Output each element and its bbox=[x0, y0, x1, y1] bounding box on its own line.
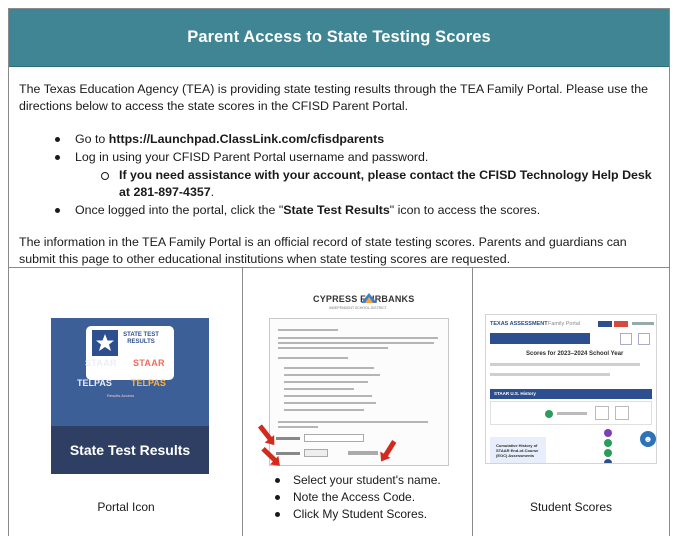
level-circle-icon bbox=[604, 429, 612, 437]
my-student-scores-button[interactable] bbox=[348, 451, 378, 455]
scores-headline: Scores for 2023–2024 School Year bbox=[526, 351, 624, 357]
text-line bbox=[278, 347, 388, 349]
text-line bbox=[284, 381, 368, 383]
score-circle-icon bbox=[545, 410, 553, 418]
text-line bbox=[278, 342, 434, 344]
family-portal-label: Family Portal bbox=[548, 321, 581, 327]
flag-icon bbox=[92, 330, 118, 356]
cfisd-brand: CYPRESS FAIRBANKS bbox=[313, 293, 414, 304]
logo-card: STATE TEST RESULTS bbox=[86, 326, 174, 380]
action-icon[interactable] bbox=[638, 333, 650, 345]
title-banner: Parent Access to State Testing Scores bbox=[9, 9, 669, 67]
staar-logo-1: STAAR bbox=[85, 358, 117, 368]
text-line bbox=[284, 388, 354, 390]
text-line bbox=[278, 329, 338, 331]
logged-prefix: Once logged into the portal, click the " bbox=[75, 203, 284, 217]
letter-step: Note the Access Code. bbox=[275, 489, 441, 506]
text-line bbox=[278, 421, 428, 423]
step-go-to: Go to https://Launchpad.ClassLink.com/cf… bbox=[55, 131, 659, 148]
welcome-bar bbox=[490, 333, 590, 344]
brand-subtitle: INDEPENDENT SCHOOL DISTRICT bbox=[329, 306, 387, 310]
telpas-logo-2: TELPAS bbox=[131, 378, 166, 388]
step-help: If you need assistance with your account… bbox=[55, 167, 659, 201]
intro-paragraph: The Texas Education Agency (TEA) is prov… bbox=[19, 82, 649, 113]
tile-label: STATE TEST RESULTS bbox=[123, 332, 159, 345]
student-name-select[interactable] bbox=[304, 434, 364, 442]
filter-row bbox=[490, 363, 640, 366]
level-circle-icon bbox=[604, 459, 612, 463]
cfisd-logo-icon bbox=[361, 293, 377, 303]
student-scores-caption: Student Scores bbox=[529, 500, 613, 514]
official-record-paragraph: The information in the TEA Family Portal… bbox=[19, 235, 627, 266]
icon-artwork: STATE TEST RESULTS STAAR STAAR TELPAS TE… bbox=[51, 318, 209, 426]
score-text bbox=[557, 412, 587, 415]
access-code-label bbox=[276, 452, 300, 455]
text-line bbox=[284, 402, 376, 404]
nav-button[interactable] bbox=[614, 321, 628, 327]
help-end: . bbox=[210, 185, 215, 199]
launchpad-link[interactable]: https://Launchpad.ClassLink.com/cfisdpar… bbox=[109, 132, 384, 146]
icon-tiny-text: Results Access bbox=[107, 393, 135, 398]
action-icon[interactable] bbox=[620, 333, 632, 345]
steps-list: Go to https://Launchpad.ClassLink.com/cf… bbox=[55, 131, 659, 219]
step-logged-in: Once logged into the portal, click the "… bbox=[55, 202, 659, 219]
scores-cell: TEXAS ASSESSMENT Family Portal Scores fo… bbox=[473, 268, 669, 536]
state-test-results-icon[interactable]: STATE TEST RESULTS STAAR STAAR TELPAS TE… bbox=[51, 318, 209, 474]
letter-steps: Select your student's name. Note the Acc… bbox=[275, 472, 441, 523]
staar-band: STAAR U.S. History bbox=[490, 389, 652, 399]
telpas-logo-1: TELPAS bbox=[77, 378, 112, 388]
text-line bbox=[284, 374, 380, 376]
nav-link[interactable] bbox=[632, 322, 654, 325]
tea-brand: TEXAS ASSESSMENT bbox=[490, 321, 548, 327]
screenshots-grid: STATE TEST RESULTS STAAR STAAR TELPAS TE… bbox=[9, 267, 669, 536]
instructions: The Texas Education Agency (TEA) is prov… bbox=[9, 67, 669, 268]
scores-screenshot: TEXAS ASSESSMENT Family Portal Scores fo… bbox=[485, 314, 657, 464]
band-title: STAAR U.S. History bbox=[494, 391, 536, 396]
filter-row bbox=[490, 373, 610, 376]
text-line bbox=[278, 337, 438, 339]
staar-logo-2: STAAR bbox=[133, 358, 165, 368]
nav-button[interactable] bbox=[598, 321, 612, 327]
page-title: Parent Access to State Testing Scores bbox=[187, 28, 491, 46]
portal-icon-cell: STATE TEST RESULTS STAAR STAAR TELPAS TE… bbox=[9, 268, 243, 536]
letter-step: Click My Student Scores. bbox=[275, 506, 441, 523]
level-circle-icon bbox=[604, 449, 612, 457]
text-line bbox=[278, 357, 348, 359]
letter-cell: CYPRESS FAIRBANKS INDEPENDENT SCHOOL DIS… bbox=[243, 268, 473, 536]
student-form bbox=[276, 434, 426, 461]
access-code-field[interactable] bbox=[304, 449, 328, 457]
step-go-prefix: Go to bbox=[75, 132, 109, 146]
accessibility-icon[interactable]: ☻ bbox=[640, 431, 656, 447]
level-circle-icon bbox=[604, 439, 612, 447]
doc-icon[interactable] bbox=[595, 406, 609, 420]
download-icon[interactable] bbox=[615, 406, 629, 420]
text-line bbox=[278, 426, 318, 428]
score-card bbox=[490, 401, 652, 425]
portal-icon-caption: Portal Icon bbox=[97, 500, 155, 514]
state-test-results-label: State Test Results bbox=[283, 203, 390, 217]
info-sheet: Parent Access to State Testing Scores Th… bbox=[8, 8, 670, 536]
text-line bbox=[284, 395, 372, 397]
text-line bbox=[284, 367, 374, 369]
student-name-label bbox=[276, 437, 300, 440]
text-line bbox=[284, 409, 364, 411]
letter-step: Select your student's name. bbox=[275, 472, 441, 489]
step-login: Log in using your CFISD Parent Portal us… bbox=[55, 149, 659, 166]
logged-suffix: " icon to access the scores. bbox=[389, 203, 541, 217]
icon-title: State Test Results bbox=[69, 442, 191, 458]
help-desk-text: If you need assistance with your account… bbox=[119, 168, 652, 199]
letter-screenshot bbox=[269, 318, 449, 466]
cumulative-text: Cumulative History of STAAR End-of-Cours… bbox=[496, 443, 539, 458]
